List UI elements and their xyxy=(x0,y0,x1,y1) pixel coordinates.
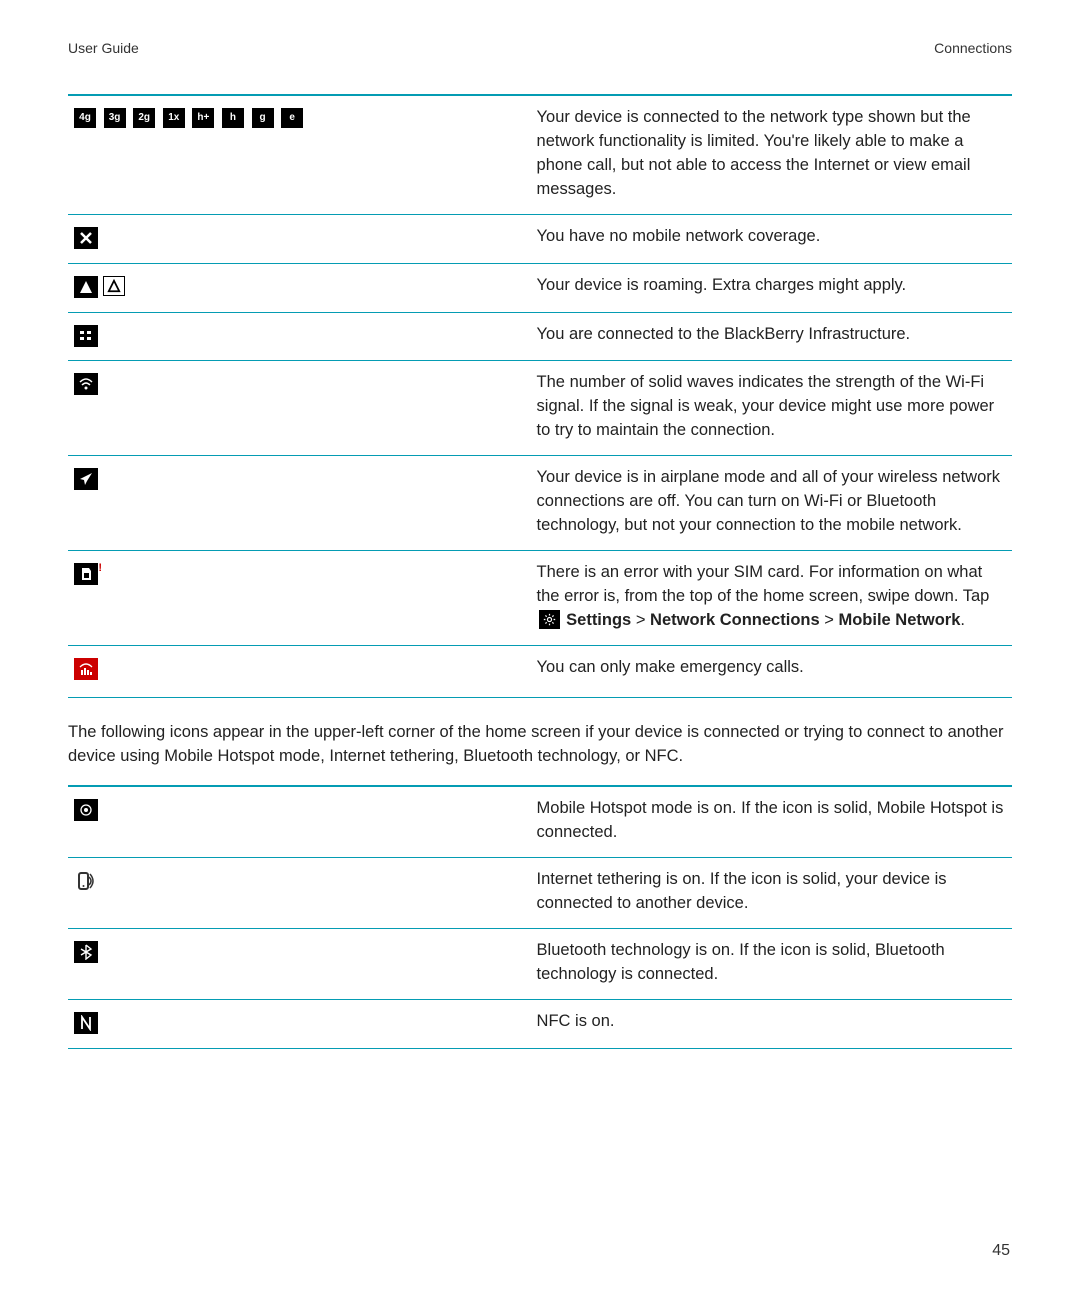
roaming-solid-icon xyxy=(74,276,98,298)
path-sep: > xyxy=(631,611,650,629)
sim-error-icon: ! xyxy=(74,563,98,585)
mid-paragraph: The following icons appear in the upper-… xyxy=(68,720,1012,770)
table-row: 4g 3g 2g 1x h+ h g e Your device is conn… xyxy=(68,95,1012,214)
table-row: You can only make emergency calls. xyxy=(68,645,1012,697)
icon-cell-sim-error: ! xyxy=(68,550,531,645)
desc-emergency: You can only make emergency calls. xyxy=(531,645,1012,697)
network-badge: 3g xyxy=(104,108,126,128)
network-badge: h xyxy=(222,108,244,128)
path-settings: Settings xyxy=(566,611,631,629)
icon-cell-roaming xyxy=(68,263,531,312)
table-row: Bluetooth technology is on. If the icon … xyxy=(68,928,1012,999)
nfc-icon xyxy=(74,1012,98,1034)
icon-cell-nfc xyxy=(68,999,531,1048)
icon-cell-network-types: 4g 3g 2g 1x h+ h g e xyxy=(68,95,531,214)
network-badge: e xyxy=(281,108,303,128)
icon-cell-tether xyxy=(68,858,531,929)
network-badge: h+ xyxy=(192,108,214,128)
icon-cell-hotspot xyxy=(68,786,531,857)
table-row: Your device is in airplane mode and all … xyxy=(68,456,1012,551)
icon-cell-airplane xyxy=(68,456,531,551)
table-row: You have no mobile network coverage. xyxy=(68,214,1012,263)
desc-airplane: Your device is in airplane mode and all … xyxy=(531,456,1012,551)
page-number: 45 xyxy=(992,1242,1010,1260)
network-badge: g xyxy=(252,108,274,128)
path-sep: > xyxy=(820,611,839,629)
desc-bluetooth: Bluetooth technology is on. If the icon … xyxy=(531,928,1012,999)
icon-cell-emergency xyxy=(68,645,531,697)
icon-table-2: Mobile Hotspot mode is on. If the icon i… xyxy=(68,785,1012,1048)
icon-cell-wifi xyxy=(68,361,531,456)
desc-hotspot: Mobile Hotspot mode is on. If the icon i… xyxy=(531,786,1012,857)
airplane-icon xyxy=(74,468,98,490)
desc-nfc: NFC is on. xyxy=(531,999,1012,1048)
desc-sim-error: There is an error with your SIM card. Fo… xyxy=(531,550,1012,645)
hotspot-icon xyxy=(74,799,98,821)
desc-tether: Internet tethering is on. If the icon is… xyxy=(531,858,1012,929)
icon-cell-no-coverage xyxy=(68,214,531,263)
path-period: . xyxy=(960,611,965,629)
table-row: ! There is an error with your SIM card. … xyxy=(68,550,1012,645)
path-mobile-network: Mobile Network xyxy=(838,611,960,629)
table-row: The number of solid waves indicates the … xyxy=(68,361,1012,456)
network-badge: 4g xyxy=(74,108,96,128)
header-left: User Guide xyxy=(68,40,139,56)
desc-wifi: The number of solid waves indicates the … xyxy=(531,361,1012,456)
table-row: You are connected to the BlackBerry Infr… xyxy=(68,312,1012,361)
icon-cell-bluetooth xyxy=(68,928,531,999)
page-header: User Guide Connections xyxy=(68,40,1012,56)
sim-error-text-prefix: There is an error with your SIM card. Fo… xyxy=(537,563,990,605)
emergency-call-icon xyxy=(74,658,98,680)
desc-network-limited: Your device is connected to the network … xyxy=(531,95,1012,214)
desc-roaming: Your device is roaming. Extra charges mi… xyxy=(531,263,1012,312)
gear-icon xyxy=(539,610,560,629)
table-row: Your device is roaming. Extra charges mi… xyxy=(68,263,1012,312)
network-badge: 1x xyxy=(163,108,185,128)
roaming-outline-icon xyxy=(103,276,125,296)
network-badge: 2g xyxy=(133,108,155,128)
table-row: Mobile Hotspot mode is on. If the icon i… xyxy=(68,786,1012,857)
table-row: NFC is on. xyxy=(68,999,1012,1048)
icon-table-1: 4g 3g 2g 1x h+ h g e Your device is conn… xyxy=(68,94,1012,698)
path-network-conn: Network Connections xyxy=(650,611,820,629)
bluetooth-icon xyxy=(74,941,98,963)
desc-no-coverage: You have no mobile network coverage. xyxy=(531,214,1012,263)
table-row: Internet tethering is on. If the icon is… xyxy=(68,858,1012,929)
exclamation-icon: ! xyxy=(98,561,102,577)
wifi-icon xyxy=(74,373,98,395)
header-right: Connections xyxy=(934,40,1012,56)
blackberry-infra-icon xyxy=(74,325,98,347)
icon-cell-bb-infra xyxy=(68,312,531,361)
desc-bb-infra: You are connected to the BlackBerry Infr… xyxy=(531,312,1012,361)
tethering-icon xyxy=(74,870,98,892)
no-signal-icon xyxy=(74,227,98,249)
